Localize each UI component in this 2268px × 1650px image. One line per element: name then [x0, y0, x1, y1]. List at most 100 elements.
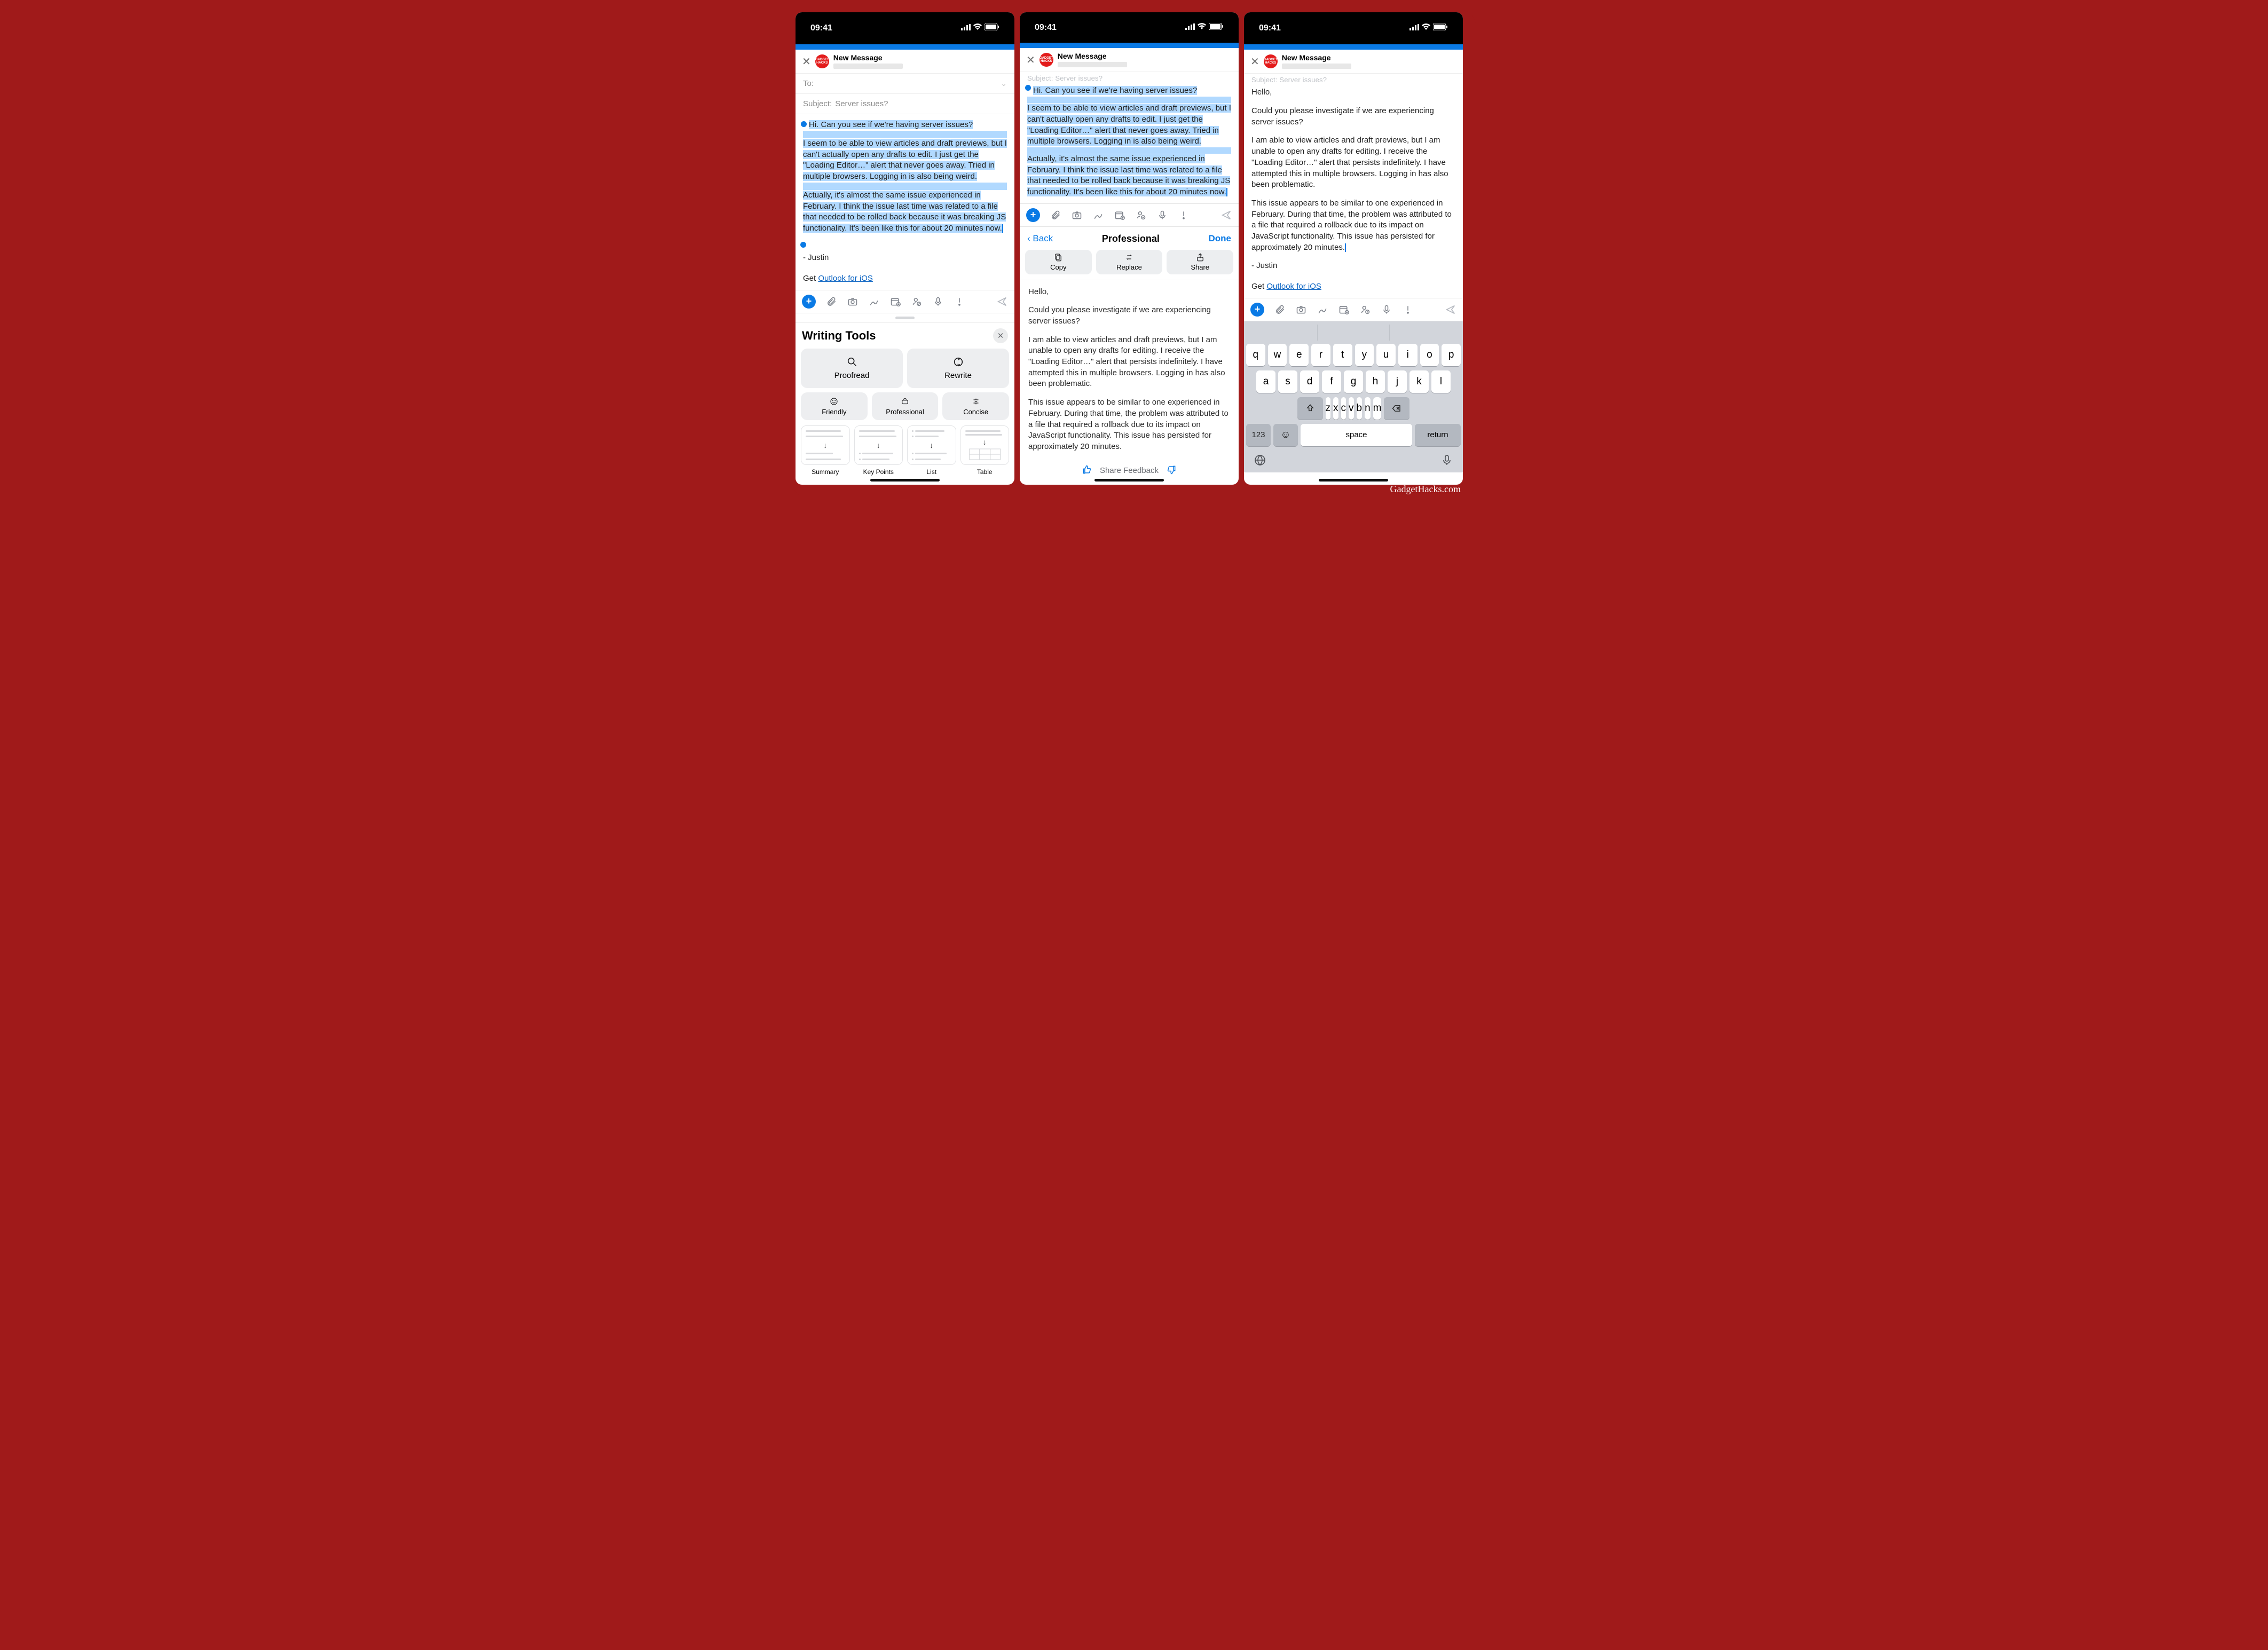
- contact-check-icon[interactable]: [911, 296, 923, 307]
- key-g[interactable]: g: [1344, 370, 1363, 393]
- key-u[interactable]: u: [1376, 344, 1396, 366]
- key-w[interactable]: w: [1268, 344, 1287, 366]
- suggestion-bar[interactable]: [1246, 325, 1461, 341]
- key-a[interactable]: a: [1256, 370, 1275, 393]
- thumbs-up-icon[interactable]: [1082, 464, 1092, 477]
- add-button[interactable]: +: [1250, 303, 1264, 317]
- emoji-key[interactable]: ☺: [1273, 424, 1298, 446]
- email-body[interactable]: Hello, Could you please investigate if w…: [1244, 84, 1463, 297]
- priority-icon[interactable]: [1402, 304, 1414, 315]
- send-icon[interactable]: [1445, 304, 1456, 315]
- calendar-add-icon[interactable]: [889, 296, 901, 307]
- subject-value[interactable]: Server issues?: [835, 99, 888, 108]
- key-x[interactable]: x: [1333, 397, 1338, 420]
- close-panel-button[interactable]: ✕: [993, 328, 1008, 343]
- chevron-down-icon[interactable]: ⌄: [1001, 79, 1007, 88]
- close-icon[interactable]: ✕: [1026, 53, 1035, 67]
- key-y[interactable]: y: [1355, 344, 1374, 366]
- key-n[interactable]: n: [1365, 397, 1371, 420]
- priority-icon[interactable]: [1178, 209, 1190, 221]
- outlook-link[interactable]: Outlook for iOS: [1266, 282, 1321, 291]
- keypoints-card[interactable]: ↓ Key Points: [854, 425, 903, 476]
- mic-icon[interactable]: [1156, 209, 1168, 221]
- key-k[interactable]: k: [1409, 370, 1429, 393]
- contact-check-icon[interactable]: [1135, 209, 1147, 221]
- contact-check-icon[interactable]: [1359, 304, 1371, 315]
- dictation-icon[interactable]: [1440, 454, 1453, 468]
- globe-icon[interactable]: [1254, 454, 1266, 468]
- space-key[interactable]: space: [1301, 424, 1412, 446]
- key-i[interactable]: i: [1398, 344, 1418, 366]
- shift-key[interactable]: [1297, 397, 1323, 420]
- add-button[interactable]: +: [802, 295, 816, 309]
- home-indicator[interactable]: [1094, 479, 1164, 481]
- summary-card[interactable]: ↓ Summary: [801, 425, 850, 476]
- return-key[interactable]: return: [1415, 424, 1461, 446]
- status-icons: [1409, 23, 1448, 33]
- rewrite-button[interactable]: Rewrite: [907, 349, 1009, 388]
- replace-icon: [1124, 252, 1134, 262]
- attach-icon[interactable]: [825, 296, 837, 307]
- outlook-link[interactable]: Outlook for iOS: [818, 274, 873, 283]
- key-b[interactable]: b: [1357, 397, 1363, 420]
- sender-placeholder: [833, 64, 903, 69]
- key-l[interactable]: l: [1431, 370, 1451, 393]
- key-v[interactable]: v: [1349, 397, 1354, 420]
- friendly-button[interactable]: Friendly: [801, 392, 868, 420]
- send-icon[interactable]: [1220, 209, 1232, 221]
- draw-icon[interactable]: [868, 296, 880, 307]
- concise-button[interactable]: Concise: [942, 392, 1009, 420]
- calendar-add-icon[interactable]: [1114, 209, 1125, 221]
- keyboard[interactable]: qwertyuiop asdfghjkl zxcvbnm 123 ☺ space…: [1244, 321, 1463, 472]
- mic-icon[interactable]: [1381, 304, 1392, 315]
- home-indicator[interactable]: [1319, 479, 1388, 481]
- feedback-label[interactable]: Share Feedback: [1100, 466, 1159, 475]
- email-body[interactable]: Hi. Can you see if we're having server i…: [1020, 82, 1239, 203]
- key-t[interactable]: t: [1333, 344, 1352, 366]
- key-d[interactable]: d: [1300, 370, 1319, 393]
- key-z[interactable]: z: [1326, 397, 1331, 420]
- back-button[interactable]: ‹ Back: [1027, 233, 1053, 244]
- list-card[interactable]: ↓ List: [907, 425, 956, 476]
- close-icon[interactable]: ✕: [1250, 55, 1259, 68]
- camera-icon[interactable]: [1071, 209, 1083, 221]
- writing-tools-title: Writing Tools: [802, 329, 876, 343]
- key-q[interactable]: q: [1246, 344, 1265, 366]
- send-icon[interactable]: [996, 296, 1008, 307]
- camera-icon[interactable]: [1295, 304, 1307, 315]
- camera-icon[interactable]: [847, 296, 859, 307]
- key-e[interactable]: e: [1289, 344, 1309, 366]
- add-button[interactable]: +: [1026, 208, 1040, 222]
- numbers-key[interactable]: 123: [1246, 424, 1271, 446]
- draw-icon[interactable]: [1317, 304, 1328, 315]
- backspace-key[interactable]: [1384, 397, 1409, 420]
- attach-icon[interactable]: [1274, 304, 1286, 315]
- share-button[interactable]: Share: [1167, 250, 1233, 274]
- grabber-handle[interactable]: [895, 317, 915, 319]
- table-card[interactable]: ↓ Table: [960, 425, 1010, 476]
- attach-icon[interactable]: [1050, 209, 1061, 221]
- key-h[interactable]: h: [1366, 370, 1385, 393]
- key-c[interactable]: c: [1341, 397, 1346, 420]
- copy-button[interactable]: Copy: [1025, 250, 1092, 274]
- proofread-button[interactable]: Proofread: [801, 349, 903, 388]
- calendar-add-icon[interactable]: [1338, 304, 1350, 315]
- key-m[interactable]: m: [1373, 397, 1382, 420]
- key-o[interactable]: o: [1420, 344, 1439, 366]
- replace-button[interactable]: Replace: [1096, 250, 1163, 274]
- priority-icon[interactable]: [954, 296, 965, 307]
- compose-toolbar: +: [796, 290, 1014, 313]
- done-button[interactable]: Done: [1208, 233, 1231, 244]
- thumbs-down-icon[interactable]: [1166, 464, 1177, 477]
- key-p[interactable]: p: [1442, 344, 1461, 366]
- draw-icon[interactable]: [1092, 209, 1104, 221]
- professional-button[interactable]: Professional: [872, 392, 939, 420]
- mic-icon[interactable]: [932, 296, 944, 307]
- key-f[interactable]: f: [1322, 370, 1341, 393]
- home-indicator[interactable]: [870, 479, 940, 481]
- key-s[interactable]: s: [1278, 370, 1297, 393]
- key-j[interactable]: j: [1388, 370, 1407, 393]
- email-body[interactable]: Hi. Can you see if we're having server i…: [796, 114, 1014, 289]
- close-icon[interactable]: ✕: [802, 55, 811, 68]
- key-r[interactable]: r: [1311, 344, 1330, 366]
